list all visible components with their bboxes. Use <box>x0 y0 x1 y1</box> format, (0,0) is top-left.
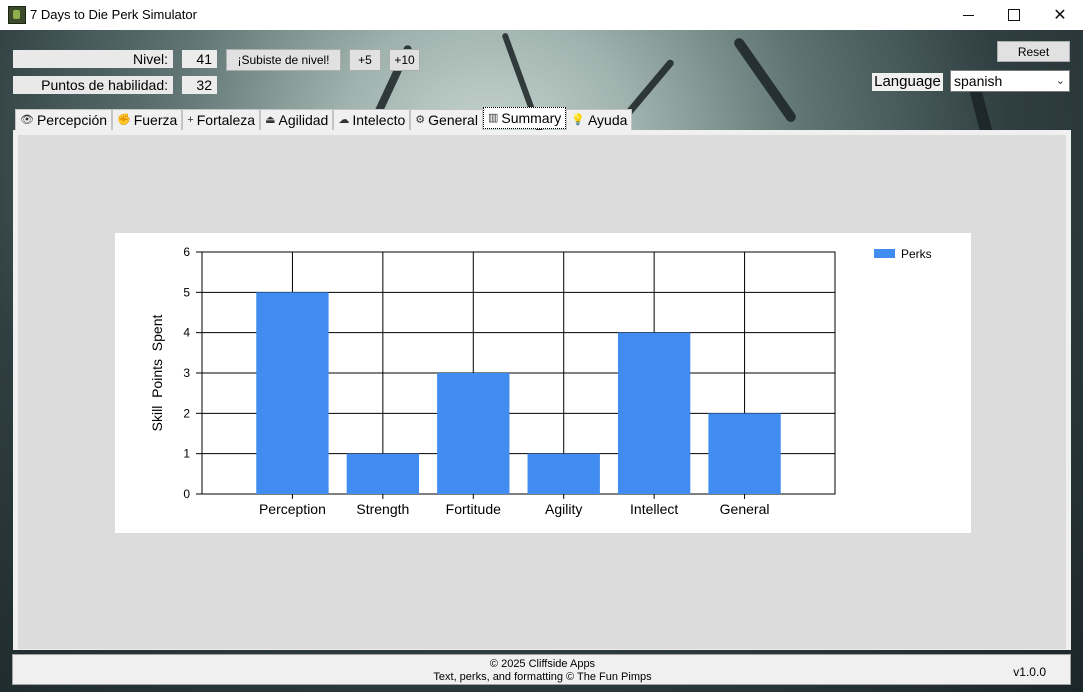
bar-chart-icon: ▥ <box>487 111 499 124</box>
x-tick-label: Strength <box>356 501 409 517</box>
chart-svg: 0 1 2 3 4 5 6 Perception Strength Fortitude Agilit… <box>149 245 932 517</box>
x-tick-label: Perception <box>259 501 326 517</box>
copyright-line: © 2025 Cliffside Apps <box>489 658 596 670</box>
x-tick-label: Intellect <box>630 501 678 517</box>
y-tick-label: 0 <box>183 487 190 501</box>
attribution-line: Text, perks, and formatting © The Fun Pi… <box>433 671 652 683</box>
bulb-icon: 💡 <box>571 113 585 126</box>
eye-icon: 👁 <box>20 113 34 126</box>
tab-agilidad[interactable]: ⏏ Agilidad <box>260 109 334 130</box>
bar-general <box>708 413 781 494</box>
skill-points-value: 32 <box>182 76 217 94</box>
tab-intelecto[interactable]: ☁ Intelecto <box>333 109 411 130</box>
x-tick-label: Agility <box>545 501 582 517</box>
chevron-down-icon: ⌄ <box>1055 75 1065 87</box>
tab-label: Fortaleza <box>196 111 256 128</box>
close-button[interactable]: ✕ <box>1037 0 1083 30</box>
y-tick-label: 3 <box>183 366 190 380</box>
version-label: v1.0.0 <box>1013 665 1046 679</box>
tab-general[interactable]: ⚙ General <box>410 109 483 130</box>
summary-chart: 0 1 2 3 4 5 6 Perception Strength Fortitude Agilit… <box>115 233 971 533</box>
shoe-icon: ⏏ <box>265 113 276 126</box>
tab-label: Intelecto <box>352 111 406 128</box>
level-value: 41 <box>182 50 217 68</box>
level-label: Nivel: <box>13 50 173 68</box>
tab-label: Agilidad <box>278 111 329 128</box>
plus-icon: + <box>187 113 194 126</box>
maximize-button[interactable] <box>991 0 1037 30</box>
tab-ayuda[interactable]: 💡 Ayuda <box>566 109 633 130</box>
level-up-button[interactable]: ¡Subiste de nivel! <box>226 49 341 71</box>
language-value: spanish <box>954 73 1003 89</box>
gear-icon: ⚙ <box>415 113 426 126</box>
bar-fortitude <box>437 373 510 494</box>
fist-icon: ✊ <box>117 113 131 126</box>
window-title: 7 Days to Die Perk Simulator <box>30 7 197 22</box>
bar-perception <box>256 292 329 494</box>
y-tick-label: 4 <box>183 326 190 340</box>
reset-button[interactable]: Reset <box>997 41 1070 62</box>
tab-label: Ayuda <box>587 111 628 128</box>
tab-percepción[interactable]: 👁 Percepción <box>15 109 113 130</box>
bar-agility <box>527 453 600 494</box>
y-tick-label: 1 <box>183 447 190 461</box>
tab-fortaleza[interactable]: + Fortaleza <box>182 109 261 130</box>
minimize-icon <box>962 14 974 16</box>
x-tick-label: General <box>720 501 770 517</box>
plus5-button[interactable]: +5 <box>349 49 381 71</box>
bar-intellect <box>617 332 691 494</box>
y-tick-label: 5 <box>183 285 190 299</box>
brain-icon: ☁ <box>338 113 350 126</box>
language-label: Language <box>872 73 943 91</box>
close-icon: ✕ <box>1053 7 1067 24</box>
tab-label: Percepción <box>36 111 108 128</box>
y-tick-label: 2 <box>183 406 190 420</box>
title-bar: 7 Days to Die Perk Simulator ✕ <box>0 0 1083 30</box>
skill-points-label: Puntos de habilidad: <box>13 76 173 94</box>
tab-label: Fuerza <box>133 111 178 128</box>
bar-strength <box>346 453 420 494</box>
tab-label: General <box>428 111 478 128</box>
tab-label: Summary <box>501 109 562 126</box>
footer: © 2025 Cliffside Apps Text, perks, and f… <box>12 654 1071 685</box>
minimize-button[interactable] <box>945 0 991 30</box>
plus10-button[interactable]: +10 <box>389 49 420 71</box>
legend-label: Perks <box>901 247 932 261</box>
legend-swatch <box>874 249 895 258</box>
x-tick-label: Fortitude <box>446 501 501 517</box>
app-icon <box>8 6 26 24</box>
tab-fuerza[interactable]: ✊ Fuerza <box>112 109 183 130</box>
y-axis-label: Skill Points Spent <box>149 315 165 432</box>
y-tick-label: 6 <box>183 245 190 259</box>
tab-strip: 👁 Percepción ✊ Fuerza + Fortaleza ⏏ Agilidad ☁ In… <box>15 107 633 131</box>
language-select[interactable]: spanish ⌄ <box>950 70 1070 92</box>
tab-summary[interactable]: ▥ Summary <box>482 107 567 129</box>
maximize-icon <box>1008 9 1020 21</box>
